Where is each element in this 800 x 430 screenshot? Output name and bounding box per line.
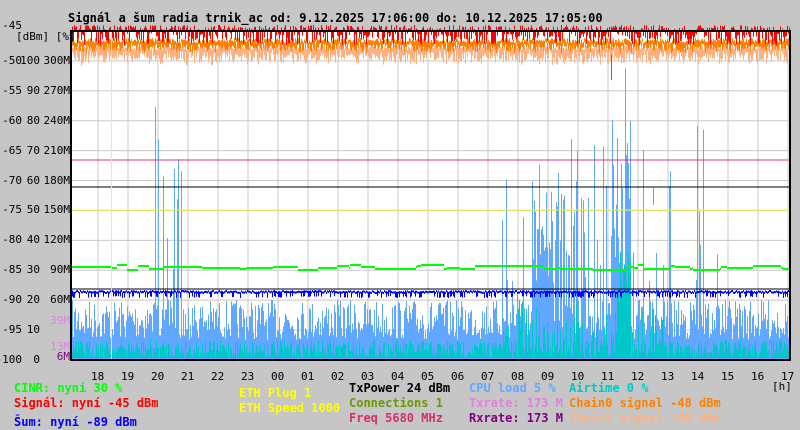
legend-eth-plug: ETH Plug 1 (239, 386, 312, 400)
y-tick-pct: 60 (26, 173, 40, 187)
y-units-label: [dBm] [%] (16, 30, 76, 43)
y-tick-pct: 20 (26, 293, 40, 307)
y-tick-rate: 210M (43, 143, 71, 157)
y-tick-dbm: -50 (2, 53, 22, 67)
y-tick-dbm: -60 (2, 113, 22, 127)
legend-cinr: CINR: nyní 30 % (14, 381, 123, 395)
rate-label: 6M (56, 350, 70, 364)
x-tick-label: 23 (241, 370, 255, 383)
y-tick-dbm: -80 (2, 233, 22, 247)
y-tick-rate: 90M (50, 263, 70, 277)
y-tick-pct: 30 (26, 263, 40, 277)
x-tick-label: 01 (301, 370, 315, 383)
x-tick-label: 00 (271, 370, 285, 383)
x-tick-label: 14 (691, 370, 705, 383)
x-unit-label: [h] (772, 380, 792, 393)
legend-rxrate: Rxrate: 173 M (469, 411, 563, 425)
y-tick-pct: 90 (26, 83, 40, 97)
y-tick-rate: 120M (43, 233, 71, 247)
y-tick-pct: 10 (26, 323, 40, 337)
legend-chain1: Chain1 signal -48 dBm (569, 411, 721, 425)
x-tick-label: 22 (211, 370, 225, 383)
y-tick-rate: 150M (43, 203, 71, 217)
chart-plot (70, 25, 791, 361)
x-tick-label: 15 (721, 370, 735, 383)
y-tick-dbm: -75 (2, 203, 22, 217)
legend-chain0: Chain0 signal -48 dBm (569, 396, 721, 410)
y-tick-dbm: -65 (2, 143, 22, 157)
y-tick-pct: 0 (33, 353, 40, 366)
y-tick-dbm: -95 (2, 323, 22, 337)
x-tick-label: 02 (331, 370, 345, 383)
y-tick-dbm: -45 (2, 19, 22, 32)
y-tick-pct: 70 (26, 143, 40, 157)
y-tick-dbm: -90 (2, 293, 22, 307)
y-tick-dbm: -55 (2, 83, 22, 97)
y-tick-pct: 80 (26, 113, 40, 127)
y-tick-rate: 240M (43, 113, 71, 127)
chart-window: Signál a šum radia trnik_ac od: 9.12.202… (0, 0, 800, 430)
y-tick-pct: 40 (26, 233, 40, 247)
x-tick-label: 16 (751, 370, 765, 383)
y-tick-rate: 60M (50, 293, 70, 307)
rate-label: 39M (50, 314, 70, 328)
legend-airtime: Airtime 0 % (569, 381, 649, 395)
legend-txrate: Txrate: 173 M (469, 396, 563, 410)
y-tick-pct: 50 (26, 203, 40, 217)
y-tick-dbm: -85 (2, 263, 22, 277)
y-tick-rate: 270M (43, 83, 71, 97)
legend-txpower: TxPower 24 dBm (349, 381, 451, 395)
legend-eth-speed: ETH Speed 1000 (239, 401, 341, 415)
legend-freq: Freq 5680 MHz (349, 411, 443, 425)
y-tick-dbm: -70 (2, 173, 22, 187)
y-tick-rate: 180M (43, 173, 71, 187)
x-tick-label: 06 (451, 370, 465, 383)
y-tick-dbm: -100 (0, 353, 22, 366)
x-tick-label: 21 (181, 370, 195, 383)
legend-connections: Connections 1 (349, 396, 443, 410)
y-tick-pct: 100 (20, 53, 40, 67)
legend-signal: Signál: nyní -45 dBm (14, 396, 159, 410)
x-tick-label: 20 (151, 370, 165, 383)
legend-noise: Šum: nyní -89 dBm (14, 415, 137, 429)
y-tick-rate: 300M (43, 53, 71, 67)
chart-title: Signál a šum radia trnik_ac od: 9.12.202… (68, 11, 603, 25)
legend-cpu-load: CPU load 5 % (469, 381, 556, 395)
x-tick-label: 19 (121, 370, 135, 383)
x-tick-label: 13 (661, 370, 675, 383)
